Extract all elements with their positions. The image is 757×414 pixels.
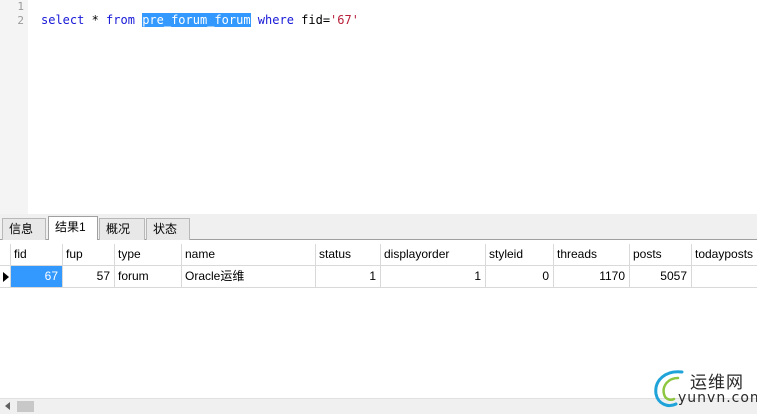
column-header-todayposts[interactable]: todayposts (692, 244, 757, 266)
cell-status[interactable]: 1 (316, 266, 381, 288)
keyword-where: where (257, 13, 294, 27)
cell-todayposts[interactable] (692, 266, 757, 288)
line-number-2: 2 (17, 14, 24, 27)
line-number-1: 1 (17, 0, 24, 13)
column-header-posts[interactable]: posts (630, 244, 692, 266)
select-star: * (84, 13, 107, 27)
column-header-styleid[interactable]: styleid (486, 244, 554, 266)
column-header-fid[interactable]: fid (11, 244, 63, 266)
current-row-arrow-icon (3, 272, 9, 282)
column-header-displayorder[interactable]: displayorder (381, 244, 486, 266)
watermark-domain-text: yunvn.com (678, 390, 757, 406)
column-header-threads[interactable]: threads (554, 244, 630, 266)
row-indicator[interactable] (0, 266, 11, 288)
column-header-type[interactable]: type (115, 244, 182, 266)
cell-name[interactable]: Oracle运维 (182, 266, 316, 288)
result-grid[interactable]: fid fup type name status displayorder st… (0, 240, 757, 398)
cell-fup[interactable]: 57 (63, 266, 115, 288)
cell-styleid[interactable]: 0 (486, 266, 554, 288)
scrollbar-thumb[interactable] (17, 401, 34, 412)
grid-header-row: fid fup type name status displayorder st… (0, 244, 757, 266)
tab-result-1[interactable]: 结果1 (48, 216, 98, 241)
tab-profile[interactable]: 概况 (99, 218, 145, 240)
header-row-indicator (0, 244, 11, 266)
result-tab-bar: 信息 结果1 概况 状态 (0, 214, 757, 241)
column-header-name[interactable]: name (182, 244, 316, 266)
column-header-status[interactable]: status (316, 244, 381, 266)
selected-table-name: pre_forum_forum (142, 13, 251, 27)
keyword-select: select (41, 13, 85, 27)
tab-status[interactable]: 状态 (146, 218, 190, 240)
cell-type[interactable]: forum (115, 266, 182, 288)
cell-displayorder[interactable]: 1 (381, 266, 486, 288)
cell-threads[interactable]: 1170 (554, 266, 630, 288)
cell-posts[interactable]: 5057 (630, 266, 692, 288)
cell-fid[interactable]: 67 (11, 266, 63, 288)
table-row[interactable]: 67 57 forum Oracle运维 1 1 0 1170 5057 (0, 266, 757, 288)
line-number-gutter: 1 2 (0, 0, 28, 214)
tab-info[interactable]: 信息 (2, 218, 46, 240)
where-condition: fid= (293, 13, 331, 27)
sql-query-line[interactable]: select * from pre_forum_forum where fid=… (41, 12, 359, 28)
scroll-left-button[interactable] (0, 399, 17, 414)
string-literal: '67' (330, 13, 359, 27)
column-header-fup[interactable]: fup (63, 244, 115, 266)
keyword-from: from (106, 13, 135, 27)
horizontal-scrollbar[interactable] (0, 398, 757, 414)
arrow-left-icon (5, 402, 10, 410)
watermark-logo: 运维网 yunvn.com (652, 362, 757, 414)
sql-editor[interactable]: 1 2 select * from pre_forum_forum where … (0, 0, 757, 214)
